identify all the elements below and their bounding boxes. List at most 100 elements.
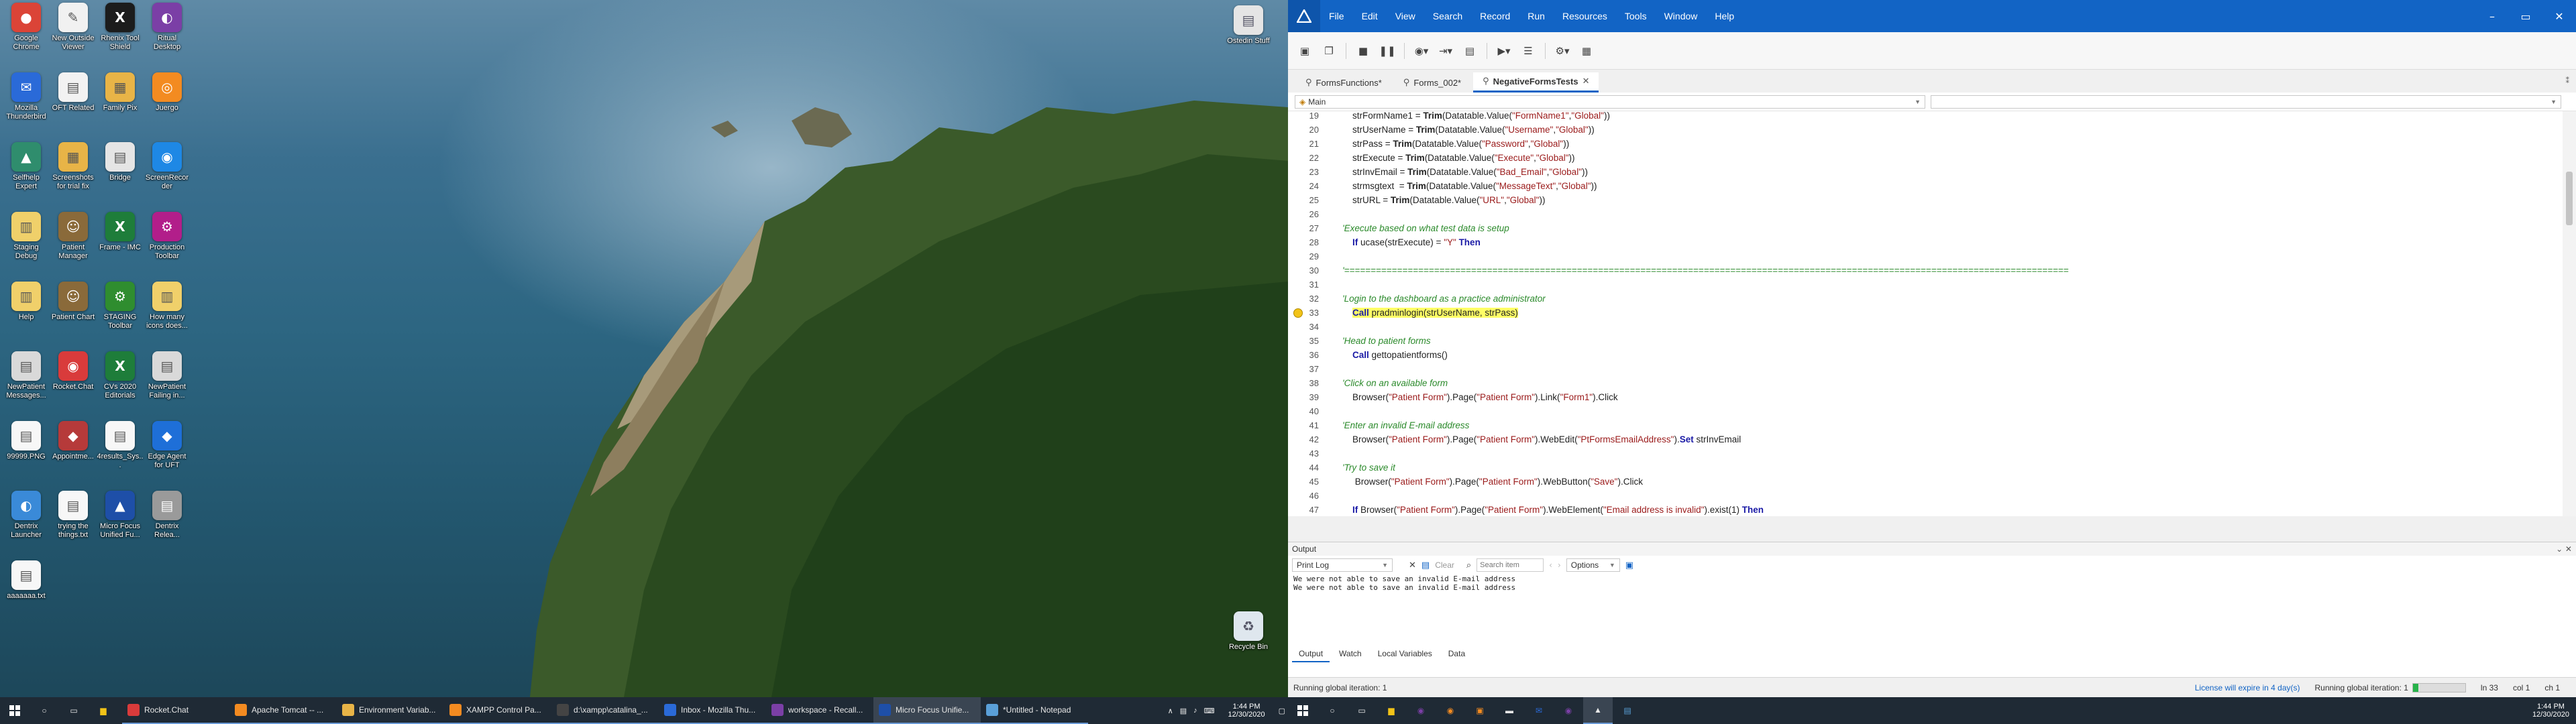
maximize-button[interactable]: ▭ bbox=[2509, 10, 2542, 23]
code-line[interactable]: 28 If ucase(strExecute) = "Y" Then bbox=[1288, 235, 2563, 249]
taskbar-window[interactable]: Apache Tomcat -- ... bbox=[229, 697, 337, 724]
desktop-icon[interactable]: ◎ Juergo bbox=[144, 72, 191, 113]
desktop-icon[interactable]: ⚙ Production Toolbar bbox=[144, 212, 191, 261]
menu-record[interactable]: Record bbox=[1471, 11, 1519, 21]
document-tab[interactable]: ⚲ FormsFunctions* bbox=[1296, 72, 1391, 93]
code-line[interactable]: 42 Browser("Patient Form").Page("Patient… bbox=[1288, 432, 2563, 446]
menu-view[interactable]: View bbox=[1387, 11, 1424, 21]
copy-icon[interactable]: ❐ bbox=[1319, 41, 1339, 61]
code-line[interactable]: 38 'Click on an available form bbox=[1288, 376, 2563, 390]
desktop-icon[interactable]: ▦ Screenshots for trial fix bbox=[50, 142, 97, 191]
desktop-icon[interactable]: ▥ Help bbox=[3, 282, 50, 322]
chevron-up-icon[interactable]: ∧ bbox=[1168, 707, 1173, 715]
minimize-button[interactable]: – bbox=[2475, 10, 2509, 23]
desktop-icon[interactable]: ✎ New Outside Viewer bbox=[50, 3, 97, 52]
output-type-select[interactable]: Print Log ▼ bbox=[1292, 558, 1393, 572]
code-line[interactable]: 39 Browser("Patient Form").Page("Patient… bbox=[1288, 390, 2563, 404]
menu-tools[interactable]: Tools bbox=[1616, 11, 1656, 21]
thunderbird-icon[interactable]: ✉ bbox=[1524, 697, 1554, 724]
code-line[interactable]: 20 strUserName = Trim(Datatable.Value("U… bbox=[1288, 123, 2563, 137]
desktop-icon[interactable]: ▲ Micro Focus Unified Fu... bbox=[97, 491, 144, 540]
volume-icon[interactable]: ♪ bbox=[1193, 707, 1197, 715]
scrollbar-thumb[interactable] bbox=[2566, 172, 2573, 225]
desktop-icon[interactable]: ◉ ScreenRecorder bbox=[144, 142, 191, 191]
menu-run[interactable]: Run bbox=[1519, 11, 1554, 21]
record-options-icon[interactable]: ◉▾ bbox=[1411, 41, 1432, 61]
code-line[interactable]: 34 bbox=[1288, 320, 2563, 334]
code-line[interactable]: 23 strInvEmail = Trim(Datatable.Value("B… bbox=[1288, 165, 2563, 179]
taskbar-window[interactable]: Rocket.Chat bbox=[122, 697, 229, 724]
code-line[interactable]: 35 'Head to patient forms bbox=[1288, 334, 2563, 348]
desktop-icon[interactable]: ▤ 99999.PNG bbox=[3, 421, 50, 461]
menu-help[interactable]: Help bbox=[1706, 11, 1743, 21]
taskbar-window[interactable]: XAMPP Control Pa... bbox=[444, 697, 551, 724]
file-explorer-icon[interactable]: ▆ bbox=[89, 697, 118, 724]
code-line[interactable]: 36 Call gettopatientforms() bbox=[1288, 348, 2563, 362]
code-line[interactable]: 43 bbox=[1288, 446, 2563, 461]
menu-search[interactable]: Search bbox=[1424, 11, 1471, 21]
desktop-icon[interactable]: ▤ Bridge bbox=[97, 142, 144, 182]
menu-file[interactable]: File bbox=[1320, 11, 1353, 21]
desktop-icon[interactable]: ▤ 4results_Sys... bbox=[97, 421, 144, 470]
code-line[interactable]: 22 strExecute = Trim(Datatable.Value("Ex… bbox=[1288, 151, 2563, 165]
taskbar-window[interactable]: *Untitled - Notepad bbox=[981, 697, 1088, 724]
code-line[interactable]: 44 'Try to save it bbox=[1288, 461, 2563, 475]
code-line[interactable]: 26 bbox=[1288, 207, 2563, 221]
desktop-icon[interactable]: ▥ Staging Debug bbox=[3, 212, 50, 261]
keyboard-icon[interactable]: ⌨ bbox=[1204, 707, 1215, 715]
code-line[interactable]: 47 If Browser("Patient Form").Page("Pati… bbox=[1288, 503, 2563, 516]
task-view-icon[interactable]: ▭ bbox=[59, 697, 89, 724]
desktop-icon[interactable]: ◉ Rocket.Chat bbox=[50, 351, 97, 391]
xampp-icon[interactable]: ▣ bbox=[1465, 697, 1495, 724]
list-icon[interactable]: ☰ bbox=[1518, 41, 1538, 61]
desktop-icon[interactable]: ☺ Patient Manager bbox=[50, 212, 97, 261]
app-icon[interactable]: ◉ bbox=[1406, 697, 1436, 724]
clear-button[interactable]: Clear bbox=[1435, 560, 1454, 570]
desktop-icon[interactable]: ▤ OFT Related bbox=[50, 72, 97, 113]
menu-resources[interactable]: Resources bbox=[1554, 11, 1616, 21]
task-view-icon[interactable]: ▭ bbox=[1347, 697, 1377, 724]
code-line[interactable]: 25 strURL = Trim(Datatable.Value("URL","… bbox=[1288, 193, 2563, 207]
desktop-icon[interactable]: ▥ How many icons does... bbox=[144, 282, 191, 330]
desktop-icon[interactable]: ▤ aaaaaaa.txt bbox=[3, 560, 50, 601]
code-line[interactable]: 37 bbox=[1288, 362, 2563, 376]
pause-icon[interactable]: ❚❚ bbox=[1377, 41, 1397, 61]
clock[interactable]: 1:44 PM 12/30/2020 bbox=[1222, 703, 1272, 719]
desktop-icon[interactable]: X CVs 2020 Editorials bbox=[97, 351, 144, 400]
pane-tab[interactable]: Output bbox=[1292, 646, 1330, 662]
document-tab[interactable]: ⚲ NegativeFormsTests ✕ bbox=[1473, 72, 1599, 93]
scope-dropdown[interactable]: ◈ Main ▼ bbox=[1295, 95, 1925, 109]
desktop-icon[interactable]: ▤ trying the things.txt bbox=[50, 491, 97, 540]
search-icon[interactable]: ○ bbox=[1318, 697, 1347, 724]
tab-menu-icon[interactable]: ⁑ bbox=[2566, 76, 2570, 85]
start-button[interactable] bbox=[0, 697, 30, 724]
desktop-icon[interactable]: ✉ Mozilla Thunderbird bbox=[3, 72, 50, 121]
taskbar-window[interactable]: Environment Variab... bbox=[337, 697, 444, 724]
member-dropdown[interactable]: ▼ bbox=[1931, 95, 2561, 109]
filter-icon[interactable]: ▤ bbox=[1421, 560, 1430, 570]
close-tab-icon[interactable]: ✕ bbox=[1582, 76, 1590, 86]
code-line[interactable]: 27 'Execute based on what test data is s… bbox=[1288, 221, 2563, 235]
code-line[interactable]: 24 strmsgtext = Trim(Datatable.Value("Me… bbox=[1288, 179, 2563, 193]
close-button[interactable]: ✕ bbox=[2542, 10, 2576, 23]
desktop-icon[interactable]: ▲ Selfhelp Expert bbox=[3, 142, 50, 191]
code-line[interactable]: 33 Call pradminlogin(strUserName, strPas… bbox=[1288, 306, 2563, 320]
firefox-icon[interactable]: ◉ bbox=[1436, 697, 1465, 724]
step-icon[interactable]: ⇥▾ bbox=[1436, 41, 1456, 61]
menu-window[interactable]: Window bbox=[1656, 11, 1707, 21]
recycle-bin-icon[interactable]: ♻ Recycle Bin bbox=[1225, 611, 1272, 652]
taskbar-window[interactable]: Inbox - Mozilla Thu... bbox=[659, 697, 766, 724]
network-icon[interactable]: ▤ bbox=[1180, 707, 1187, 715]
notepad-icon[interactable]: ▤ bbox=[1613, 697, 1642, 724]
stop-icon[interactable]: ■ bbox=[1353, 41, 1373, 61]
run-from-step-icon[interactable]: ▶▾ bbox=[1494, 41, 1514, 61]
code-line[interactable]: 46 bbox=[1288, 489, 2563, 503]
code-line[interactable]: 30 '====================================… bbox=[1288, 263, 2563, 278]
export-icon[interactable]: ▣ bbox=[1625, 560, 1633, 570]
next-result-icon[interactable]: › bbox=[1558, 560, 1561, 570]
desktop-icon[interactable]: ☺ Patient Chart bbox=[50, 282, 97, 322]
code-editor[interactable]: 19 strFormName1 = Trim(Datatable.Value("… bbox=[1288, 111, 2563, 516]
code-line[interactable]: 31 bbox=[1288, 278, 2563, 292]
pane-tab[interactable]: Local Variables bbox=[1371, 646, 1439, 662]
desktop-icon[interactable]: ◆ Appointme... bbox=[50, 421, 97, 461]
